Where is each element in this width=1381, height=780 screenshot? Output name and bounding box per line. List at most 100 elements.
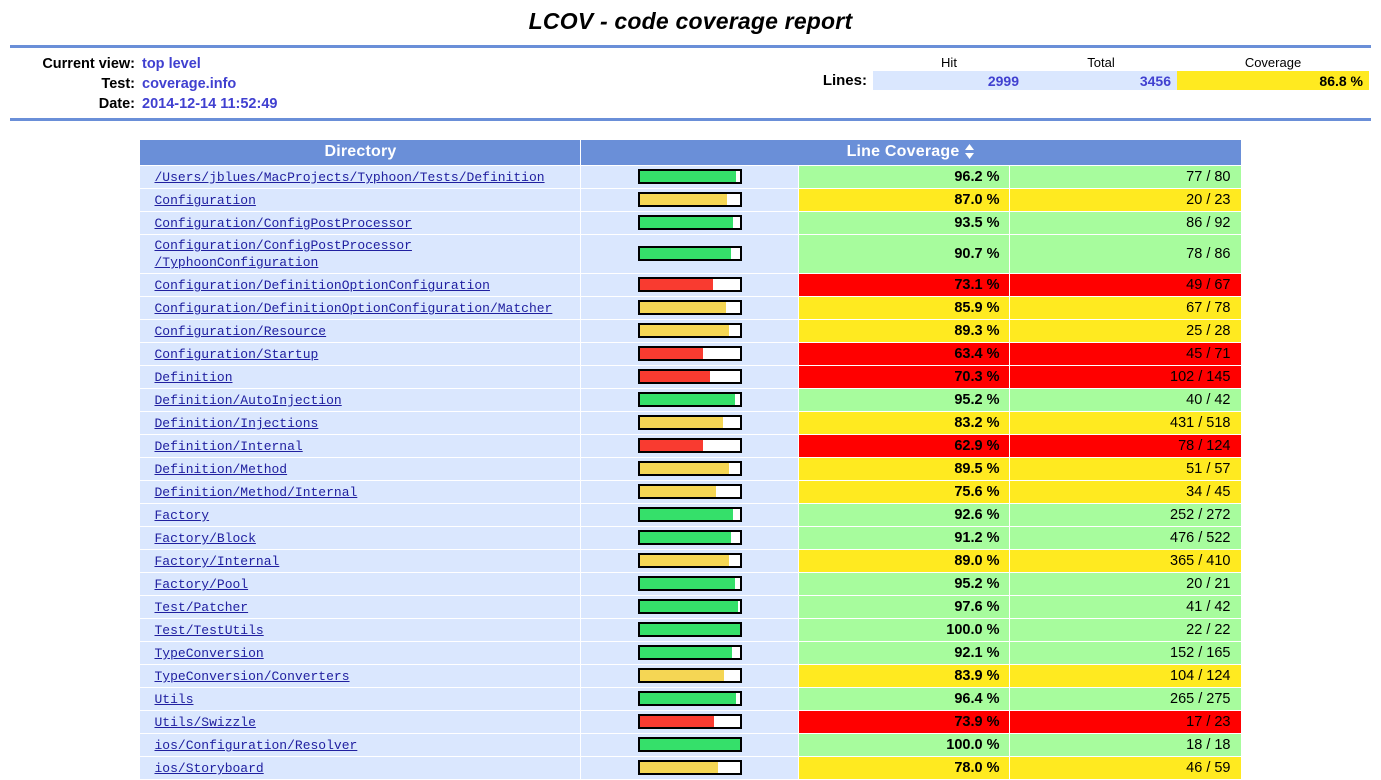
current-view-label: Current view: xyxy=(42,56,135,72)
directory-cell: Definition/AutoInjection xyxy=(140,389,581,411)
directory-link[interactable]: Test/TestUtils xyxy=(154,622,263,639)
meta-row-current-view: Current view: top level xyxy=(0,54,540,74)
coverage-bar-fill xyxy=(639,394,736,406)
directory-link[interactable]: Factory/Block xyxy=(154,530,255,547)
coverage-bar-cell xyxy=(581,550,799,572)
directory-link[interactable]: Configuration/DefinitionOptionConfigurat… xyxy=(154,277,489,294)
table-row: Test/Patcher 97.6 % 41 / 42 xyxy=(140,596,1241,618)
coverage-ratio-cell: 78 / 86 xyxy=(1010,235,1241,273)
directory-link[interactable]: /Users/jblues/MacProjects/Typhoon/Tests/… xyxy=(154,169,544,186)
summary-lines-row: Lines: 2999 3456 86.8 % xyxy=(817,71,1369,90)
coverage-percent-cell: 78.0 % xyxy=(799,757,1010,779)
coverage-bar-fill xyxy=(639,693,737,705)
summary-lines-total: 3456 xyxy=(1025,71,1177,90)
table-row: Factory/Pool 95.2 % 20 / 21 xyxy=(140,573,1241,595)
coverage-bar xyxy=(637,599,742,615)
summary-table: Hit Total Coverage Lines: 2999 3456 86.8… xyxy=(817,54,1369,90)
report-meta-list: Current view: top level Test: coverage.i… xyxy=(0,54,540,114)
directory-cell: Utils xyxy=(140,688,581,710)
coverage-bar-fill xyxy=(639,624,740,636)
table-row: Utils 96.4 % 265 / 275 xyxy=(140,688,1241,710)
coverage-bar-cell xyxy=(581,212,799,234)
coverage-ratio-cell: 41 / 42 xyxy=(1010,596,1241,618)
date-value: 2014-12-14 11:52:49 xyxy=(142,96,278,112)
directory-link[interactable]: Utils xyxy=(154,691,193,708)
coverage-ratio-cell: 18 / 18 xyxy=(1010,734,1241,756)
directory-link[interactable]: Factory/Pool xyxy=(154,576,248,593)
summary-lines-label: Lines: xyxy=(822,72,867,89)
column-header-directory[interactable]: Directory xyxy=(140,140,581,165)
coverage-bar-fill xyxy=(639,601,738,613)
table-row: Configuration/DefinitionOptionConfigurat… xyxy=(140,297,1241,319)
directory-link[interactable]: Configuration/DefinitionOptionConfigurat… xyxy=(154,300,552,317)
coverage-bar-cell xyxy=(581,412,799,434)
coverage-bar-fill xyxy=(639,486,716,498)
directory-cell: /Users/jblues/MacProjects/Typhoon/Tests/… xyxy=(140,166,581,188)
directory-link[interactable]: Configuration/ConfigPostProcessor xyxy=(154,215,411,232)
directory-link[interactable]: Configuration xyxy=(154,192,255,209)
directory-link[interactable]: Utils/Swizzle xyxy=(154,714,255,731)
directory-cell: Configuration/ConfigPostProcessor /Typho… xyxy=(140,235,581,273)
coverage-ratio-cell: 46 / 59 xyxy=(1010,757,1241,779)
coverage-bar-fill xyxy=(639,248,731,260)
coverage-bar xyxy=(637,691,742,707)
coverage-percent-cell: 92.6 % xyxy=(799,504,1010,526)
summary-total-header: Total xyxy=(1087,55,1115,70)
directory-link[interactable]: Definition/AutoInjection xyxy=(154,392,341,409)
table-row: Definition/Injections 83.2 % 431 / 518 xyxy=(140,412,1241,434)
coverage-bar-cell xyxy=(581,166,799,188)
coverage-bar-fill xyxy=(639,171,737,183)
table-row: Configuration/ConfigPostProcessor 93.5 % 8… xyxy=(140,212,1241,234)
coverage-bar-fill xyxy=(639,371,711,383)
directory-link[interactable]: ios/Storyboard xyxy=(154,760,263,777)
coverage-bar-fill xyxy=(639,739,740,751)
directory-link[interactable]: Definition/Internal xyxy=(154,438,302,455)
coverage-percent-cell: 89.5 % xyxy=(799,458,1010,480)
coverage-ratio-cell: 365 / 410 xyxy=(1010,550,1241,572)
coverage-bar-cell xyxy=(581,435,799,457)
directory-cell: Configuration/Startup xyxy=(140,343,581,365)
directory-cell: Definition xyxy=(140,366,581,388)
directory-link[interactable]: Factory/Internal xyxy=(154,553,279,570)
coverage-bar xyxy=(637,246,742,262)
directory-link[interactable]: Definition xyxy=(154,369,232,386)
directory-link[interactable]: Definition/Method xyxy=(154,461,287,478)
directory-link[interactable]: Test/Patcher xyxy=(154,599,248,616)
directory-cell: Configuration/DefinitionOptionConfigurat… xyxy=(140,297,581,319)
table-row: Definition/Method 89.5 % 51 / 57 xyxy=(140,458,1241,480)
coverage-ratio-cell: 25 / 28 xyxy=(1010,320,1241,342)
directory-link[interactable]: Configuration/ConfigPostProcessor /Typho… xyxy=(154,237,411,271)
coverage-bar-cell xyxy=(581,573,799,595)
coverage-bar xyxy=(637,507,742,523)
coverage-bar xyxy=(637,668,742,684)
directory-link[interactable]: Configuration/Startup xyxy=(154,346,318,363)
directory-link[interactable]: TypeConversion xyxy=(154,645,263,662)
coverage-percent-cell: 100.0 % xyxy=(799,619,1010,641)
coverage-bar xyxy=(637,576,742,592)
coverage-bar xyxy=(637,484,742,500)
coverage-bar xyxy=(637,714,742,730)
coverage-ratio-cell: 40 / 42 xyxy=(1010,389,1241,411)
page-title: LCOV - code coverage report xyxy=(528,8,853,34)
table-row: Definition 70.3 % 102 / 145 xyxy=(140,366,1241,388)
coverage-ratio-cell: 51 / 57 xyxy=(1010,458,1241,480)
directory-link[interactable]: Configuration/Resource xyxy=(154,323,326,340)
sort-updown-icon[interactable] xyxy=(964,144,975,160)
coverage-bar-fill xyxy=(639,194,727,206)
directory-link[interactable]: TypeConversion/Converters xyxy=(154,668,349,685)
coverage-ratio-cell: 265 / 275 xyxy=(1010,688,1241,710)
directory-cell: Utils/Swizzle xyxy=(140,711,581,733)
column-header-line-coverage[interactable]: Line Coverage xyxy=(581,140,1241,165)
table-row: TypeConversion/Converters 83.9 % 104 / 124 xyxy=(140,665,1241,687)
coverage-ratio-cell: 34 / 45 xyxy=(1010,481,1241,503)
directory-link[interactable]: Factory xyxy=(154,507,209,524)
directory-link[interactable]: ios/Configuration/Resolver xyxy=(154,737,357,754)
coverage-ratio-cell: 17 / 23 xyxy=(1010,711,1241,733)
meta-row-test: Test: coverage.info xyxy=(0,74,540,94)
directory-link[interactable]: Definition/Injections xyxy=(154,415,318,432)
coverage-bar-fill xyxy=(639,509,733,521)
coverage-bar-cell xyxy=(581,734,799,756)
directory-link[interactable]: Definition/Method/Internal xyxy=(154,484,357,501)
coverage-bar xyxy=(637,553,742,569)
current-view-value[interactable]: top level xyxy=(142,54,201,74)
